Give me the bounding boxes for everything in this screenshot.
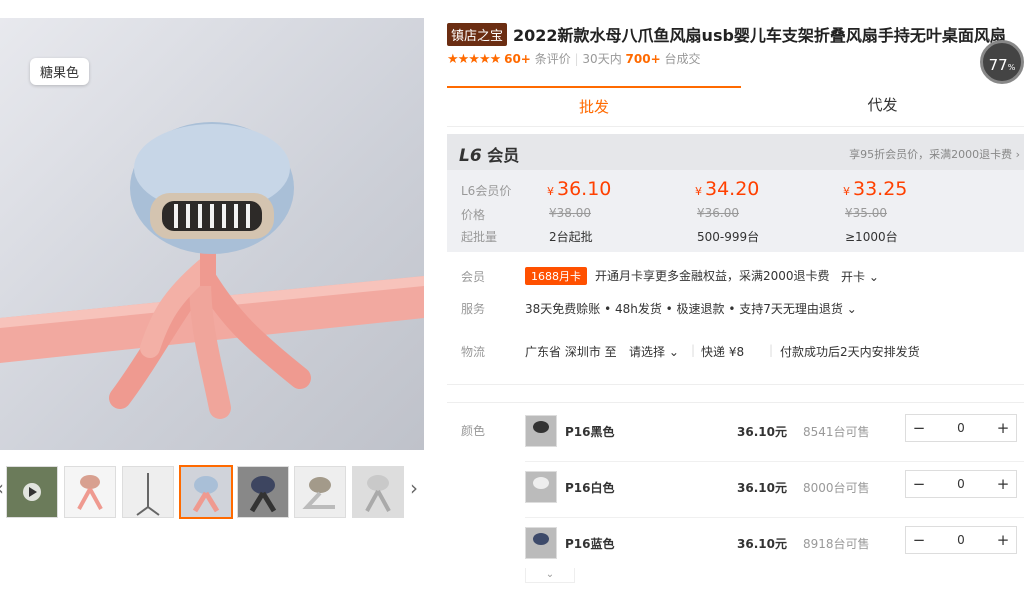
days-label: 30天内 (582, 52, 622, 66)
tier-orig-price: ¥35.00 (845, 206, 887, 220)
main-product-image[interactable]: 糖果色 (0, 18, 424, 450)
tier-qty: 2台起批 (549, 230, 593, 244)
ship-time: 付款成功后2天内安排发货 (780, 345, 920, 359)
product-title: 2022新款水母八爪鱼风扇usb婴儿车支架折叠风扇手持无叶桌面风扇 (513, 26, 1006, 45)
sku-price: 36.10元 (737, 425, 787, 439)
color-badge: 糖果色 (30, 58, 90, 85)
divider (447, 402, 1024, 403)
tier-qty: 500-999台 (697, 230, 760, 244)
sku-stock: 8000台可售 (803, 481, 870, 495)
thumbnail[interactable] (122, 466, 174, 518)
reviews-label[interactable]: 条评价 (535, 52, 571, 66)
sku-thumbnail[interactable] (525, 527, 557, 559)
tier-orig-price: ¥36.00 (697, 206, 739, 220)
tier-orig-price: ¥38.00 (549, 206, 591, 220)
vip-note-link[interactable]: 享95折会员价，采满2000退卡费 › (849, 146, 1020, 162)
service-label: 服务 (461, 302, 486, 316)
from-location: 广东省 深圳市 至 (525, 345, 617, 359)
sku-row: P16黑色 36.10元 8541台可售 − 0 + (447, 414, 1024, 471)
sku-row: P16白色 36.10元 8000台可售 − 0 + (447, 470, 1024, 527)
quantity-stepper: − 0 + (905, 414, 1017, 442)
open-card-link[interactable]: 开卡 ⌄ (841, 268, 879, 285)
service-text[interactable]: 38天免费赊账 • 48h发货 • 极速退款 • 支持7天无理由退货 ⌄ (525, 300, 857, 317)
tab-dropship[interactable]: 代发 (741, 86, 1024, 124)
vip-price-box: L6 会员 享95折会员价，采满2000退卡费 › L6会员价 价格 起批量 ¥… (447, 134, 1024, 252)
plus-button[interactable]: + (990, 527, 1016, 553)
thumbnail-video[interactable] (6, 466, 58, 518)
divider (447, 384, 1024, 385)
tier-price: ¥33.25 (843, 178, 908, 200)
destination-select[interactable]: 请选择 ⌄ (629, 343, 679, 360)
tab-wholesale[interactable]: 批发 (447, 86, 741, 126)
sku-stock: 8541台可售 (803, 425, 870, 439)
vip-header: L6 会员 享95折会员价，采满2000退卡费 › (447, 134, 1024, 170)
plus-button[interactable]: + (990, 471, 1016, 497)
chevron-down-icon[interactable]: ⌄ (525, 568, 575, 583)
vip-level: L6 会员 (459, 146, 520, 166)
quantity-stepper: − 0 + (905, 526, 1017, 554)
quantity-stepper: − 0 + (905, 470, 1017, 498)
sku-price: 36.10元 (737, 537, 787, 551)
quantity-input[interactable]: 0 (932, 471, 990, 497)
vip-price-label: L6会员价 (461, 184, 512, 198)
minus-button[interactable]: − (906, 527, 932, 553)
sku-stock: 8918台可售 (803, 537, 870, 551)
logistics-label: 物流 (461, 345, 486, 359)
thumbnail[interactable] (352, 466, 404, 518)
moq-label: 起批量 (461, 230, 498, 244)
plus-button[interactable]: + (990, 415, 1016, 441)
chevron-right-icon[interactable]: › (410, 476, 418, 500)
rating-row: ★★★★★ 60+ 条评价 | 30天内 700+ 台成交 (447, 52, 701, 67)
product-info-panel: 镇店之宝 2022新款水母八爪鱼风扇usb婴儿车支架折叠风扇手持无叶桌面风扇 ★★… (447, 0, 1024, 595)
shop-badge: 镇店之宝 (447, 22, 508, 46)
chevron-left-icon[interactable]: ‹ (0, 476, 4, 500)
sold-count: 700+ (625, 52, 661, 66)
minus-button[interactable]: − (906, 471, 932, 497)
tier-price: ¥34.20 (695, 178, 760, 200)
sku-thumbnail[interactable] (525, 415, 557, 447)
member-label: 会员 (461, 270, 486, 284)
purchase-tabs: 批发 代发 (447, 86, 1024, 127)
sku-name: P16白色 (565, 481, 615, 495)
quantity-input[interactable]: 0 (932, 415, 990, 441)
price-label: 价格 (461, 208, 486, 222)
title-row: 镇店之宝 2022新款水母八爪鱼风扇usb婴儿车支架折叠风扇手持无叶桌面风扇 (447, 22, 1006, 46)
thumbnail[interactable] (294, 466, 346, 518)
tier-qty: ≥1000台 (845, 230, 898, 244)
quantity-input[interactable]: 0 (932, 527, 990, 553)
star-rating-icon: ★★★★★ (447, 52, 501, 67)
thumbnail[interactable] (237, 466, 289, 518)
thumbnail-selected[interactable] (179, 465, 233, 519)
card-badge: 1688月卡 (525, 267, 587, 285)
minus-button[interactable]: − (906, 415, 932, 441)
sku-thumbnail[interactable] (525, 471, 557, 503)
express-fee: 快递 ¥8 (701, 345, 745, 359)
reviews-count[interactable]: 60+ (504, 52, 531, 66)
sku-name: P16黑色 (565, 425, 615, 439)
sold-label: 台成交 (664, 52, 701, 66)
progress-indicator[interactable]: 77% (980, 40, 1024, 84)
thumbnail[interactable] (64, 466, 116, 518)
sku-name: P16蓝色 (565, 537, 615, 551)
tier-price: ¥36.10 (547, 178, 612, 200)
thumbnail-strip: ‹ › (0, 465, 424, 520)
sku-price: 36.10元 (737, 481, 787, 495)
member-row: 1688月卡 开通月卡享更多金融权益，采满2000退卡费 (525, 267, 830, 285)
